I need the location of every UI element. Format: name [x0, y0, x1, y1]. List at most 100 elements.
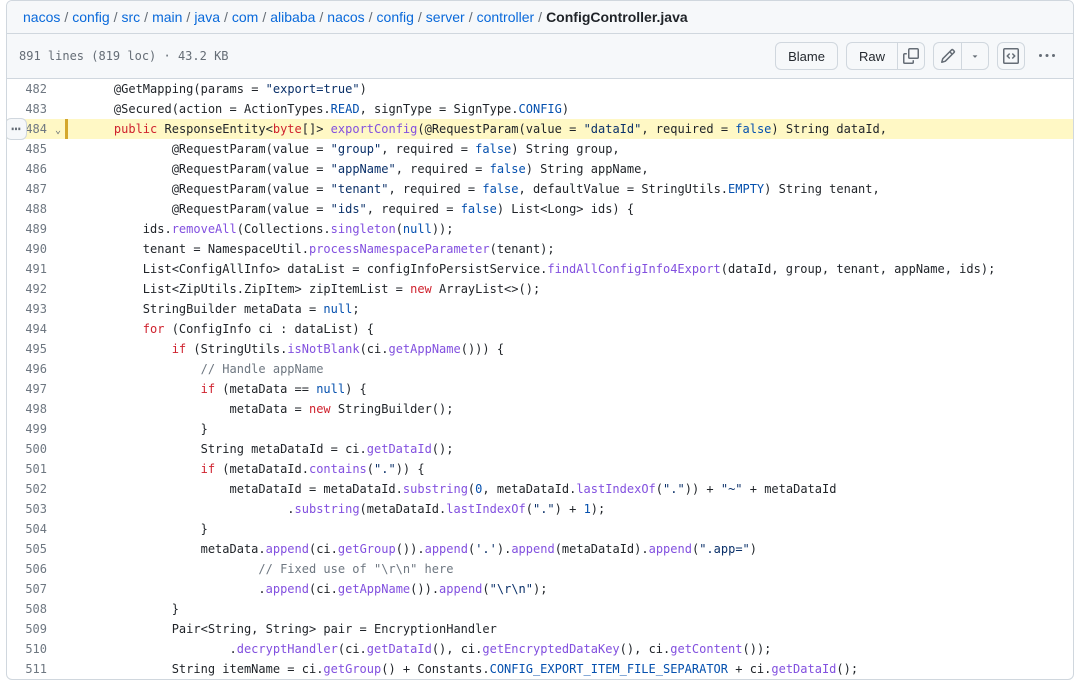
chevron-down-icon[interactable]: ⌄ [55, 121, 61, 141]
code-line[interactable]: 509 Pair<String, String> pair = Encrypti… [7, 619, 1073, 639]
code-line[interactable]: 503 .substring(metaDataId.lastIndexOf(".… [7, 499, 1073, 519]
breadcrumb-link[interactable]: src [122, 9, 141, 25]
code-line[interactable]: 483 @Secured(action = ActionTypes.READ, … [7, 99, 1073, 119]
code-text[interactable]: @RequestParam(value = "ids", required = … [77, 199, 1073, 219]
code-line[interactable]: 489 ids.removeAll(Collections.singleton(… [7, 219, 1073, 239]
line-number[interactable]: 491 [7, 259, 63, 279]
code-text[interactable]: .substring(metaDataId.lastIndexOf(".") +… [77, 499, 1073, 519]
code-text[interactable]: Pair<String, String> pair = EncryptionHa… [77, 619, 1073, 639]
code-text[interactable]: String metaDataId = ci.getDataId(); [77, 439, 1073, 459]
line-number[interactable]: 495 [7, 339, 63, 359]
code-line[interactable]: 492 List<ZipUtils.ZipItem> zipItemList =… [7, 279, 1073, 299]
breadcrumb-link[interactable]: server [426, 9, 465, 25]
code-text[interactable]: metaData = new StringBuilder(); [77, 399, 1073, 419]
edit-dropdown[interactable] [961, 42, 989, 70]
line-menu-button[interactable]: ⋯ [6, 118, 27, 140]
code-line[interactable]: 501 if (metaDataId.contains(".")) { [7, 459, 1073, 479]
code-line[interactable]: 499 } [7, 419, 1073, 439]
code-text[interactable]: if (StringUtils.isNotBlank(ci.getAppName… [77, 339, 1073, 359]
code-text[interactable]: StringBuilder metaData = null; [77, 299, 1073, 319]
code-text[interactable]: ids.removeAll(Collections.singleton(null… [77, 219, 1073, 239]
code-line[interactable]: 510 .decryptHandler(ci.getDataId(), ci.g… [7, 639, 1073, 659]
line-number[interactable]: 494 [7, 319, 63, 339]
line-number[interactable]: 509 [7, 619, 63, 639]
line-number[interactable]: 485 [7, 139, 63, 159]
line-number[interactable]: 502 [7, 479, 63, 499]
code-text[interactable]: // Handle appName [77, 359, 1073, 379]
code-line[interactable]: 497 if (metaData == null) { [7, 379, 1073, 399]
breadcrumb-link[interactable]: main [152, 9, 182, 25]
code-line[interactable]: 495 if (StringUtils.isNotBlank(ci.getApp… [7, 339, 1073, 359]
code-line[interactable]: 506 // Fixed use of "\r\n" here [7, 559, 1073, 579]
line-number[interactable]: 504 [7, 519, 63, 539]
line-number[interactable]: 493 [7, 299, 63, 319]
line-number[interactable]: 507 [7, 579, 63, 599]
code-line[interactable]: 496 // Handle appName [7, 359, 1073, 379]
breadcrumb-link[interactable]: controller [477, 9, 535, 25]
code-text[interactable]: @RequestParam(value = "appName", require… [77, 159, 1073, 179]
line-number[interactable]: 488 [7, 199, 63, 219]
code-text[interactable]: .append(ci.getAppName()).append("\r\n"); [77, 579, 1073, 599]
code-text[interactable]: } [77, 519, 1073, 539]
breadcrumb-link[interactable]: java [194, 9, 220, 25]
code-text[interactable]: String itemName = ci.getGroup() + Consta… [77, 659, 1073, 679]
code-line[interactable]: 482 @GetMapping(params = "export=true") [7, 79, 1073, 99]
line-number[interactable]: 498 [7, 399, 63, 419]
line-number[interactable]: 489 [7, 219, 63, 239]
breadcrumb-link[interactable]: com [232, 9, 258, 25]
code-line[interactable]: 493 StringBuilder metaData = null; [7, 299, 1073, 319]
line-number[interactable]: 482 [7, 79, 63, 99]
breadcrumb-link[interactable]: config [377, 9, 414, 25]
line-number[interactable]: 506 [7, 559, 63, 579]
code-line[interactable]: 511 String itemName = ci.getGroup() + Co… [7, 659, 1073, 679]
code-text[interactable]: if (metaDataId.contains(".")) { [77, 459, 1073, 479]
code-text[interactable]: .decryptHandler(ci.getDataId(), ci.getEn… [77, 639, 1073, 659]
kebab-menu[interactable] [1033, 42, 1061, 70]
code-line[interactable]: 504 } [7, 519, 1073, 539]
line-number[interactable]: 511 [7, 659, 63, 679]
line-number[interactable]: 492 [7, 279, 63, 299]
line-number[interactable]: 496 [7, 359, 63, 379]
code-text[interactable]: @RequestParam(value = "group", required … [77, 139, 1073, 159]
copy-button[interactable] [897, 42, 925, 70]
symbols-button[interactable] [997, 42, 1025, 70]
code-text[interactable]: List<ZipUtils.ZipItem> zipItemList = new… [77, 279, 1073, 299]
line-number[interactable]: 497 [7, 379, 63, 399]
line-number[interactable]: 499 [7, 419, 63, 439]
breadcrumb-link[interactable]: alibaba [270, 9, 315, 25]
code-text[interactable]: @Secured(action = ActionTypes.READ, sign… [77, 99, 1073, 119]
code-line[interactable]: 508 } [7, 599, 1073, 619]
edit-button[interactable] [933, 42, 961, 70]
code-text[interactable]: public ResponseEntity<byte[]> exportConf… [77, 119, 1073, 139]
code-text[interactable]: } [77, 599, 1073, 619]
breadcrumb-link[interactable]: nacos [327, 9, 364, 25]
line-number[interactable]: 500 [7, 439, 63, 459]
breadcrumb-link[interactable]: config [72, 9, 109, 25]
blame-button[interactable]: Blame [775, 42, 838, 70]
line-number[interactable]: 510 [7, 639, 63, 659]
code-text[interactable]: // Fixed use of "\r\n" here [77, 559, 1073, 579]
code-line[interactable]: 498 metaData = new StringBuilder(); [7, 399, 1073, 419]
code-text[interactable]: metaData.append(ci.getGroup()).append('.… [77, 539, 1073, 559]
code-line[interactable]: 490 tenant = NamespaceUtil.processNamesp… [7, 239, 1073, 259]
line-number[interactable]: 490 [7, 239, 63, 259]
code-text[interactable]: metaDataId = metaDataId.substring(0, met… [77, 479, 1073, 499]
code-text[interactable]: @GetMapping(params = "export=true") [77, 79, 1073, 99]
code-line[interactable]: 494 for (ConfigInfo ci : dataList) { [7, 319, 1073, 339]
breadcrumb-link[interactable]: nacos [23, 9, 60, 25]
line-number[interactable]: 505 [7, 539, 63, 559]
code-line[interactable]: 488 @RequestParam(value = "ids", require… [7, 199, 1073, 219]
code-line[interactable]: 502 metaDataId = metaDataId.substring(0,… [7, 479, 1073, 499]
code-line[interactable]: 485 @RequestParam(value = "group", requi… [7, 139, 1073, 159]
line-number[interactable]: 487 [7, 179, 63, 199]
code-line[interactable]: 507 .append(ci.getAppName()).append("\r\… [7, 579, 1073, 599]
code-text[interactable]: if (metaData == null) { [77, 379, 1073, 399]
line-number[interactable]: 486 [7, 159, 63, 179]
code-text[interactable]: tenant = NamespaceUtil.processNamespaceP… [77, 239, 1073, 259]
code-area[interactable]: 482 @GetMapping(params = "export=true")4… [7, 79, 1073, 679]
code-text[interactable]: for (ConfigInfo ci : dataList) { [77, 319, 1073, 339]
code-line[interactable]: 486 @RequestParam(value = "appName", req… [7, 159, 1073, 179]
line-number[interactable]: 503 [7, 499, 63, 519]
line-number[interactable]: 508 [7, 599, 63, 619]
line-number[interactable]: 483 [7, 99, 63, 119]
